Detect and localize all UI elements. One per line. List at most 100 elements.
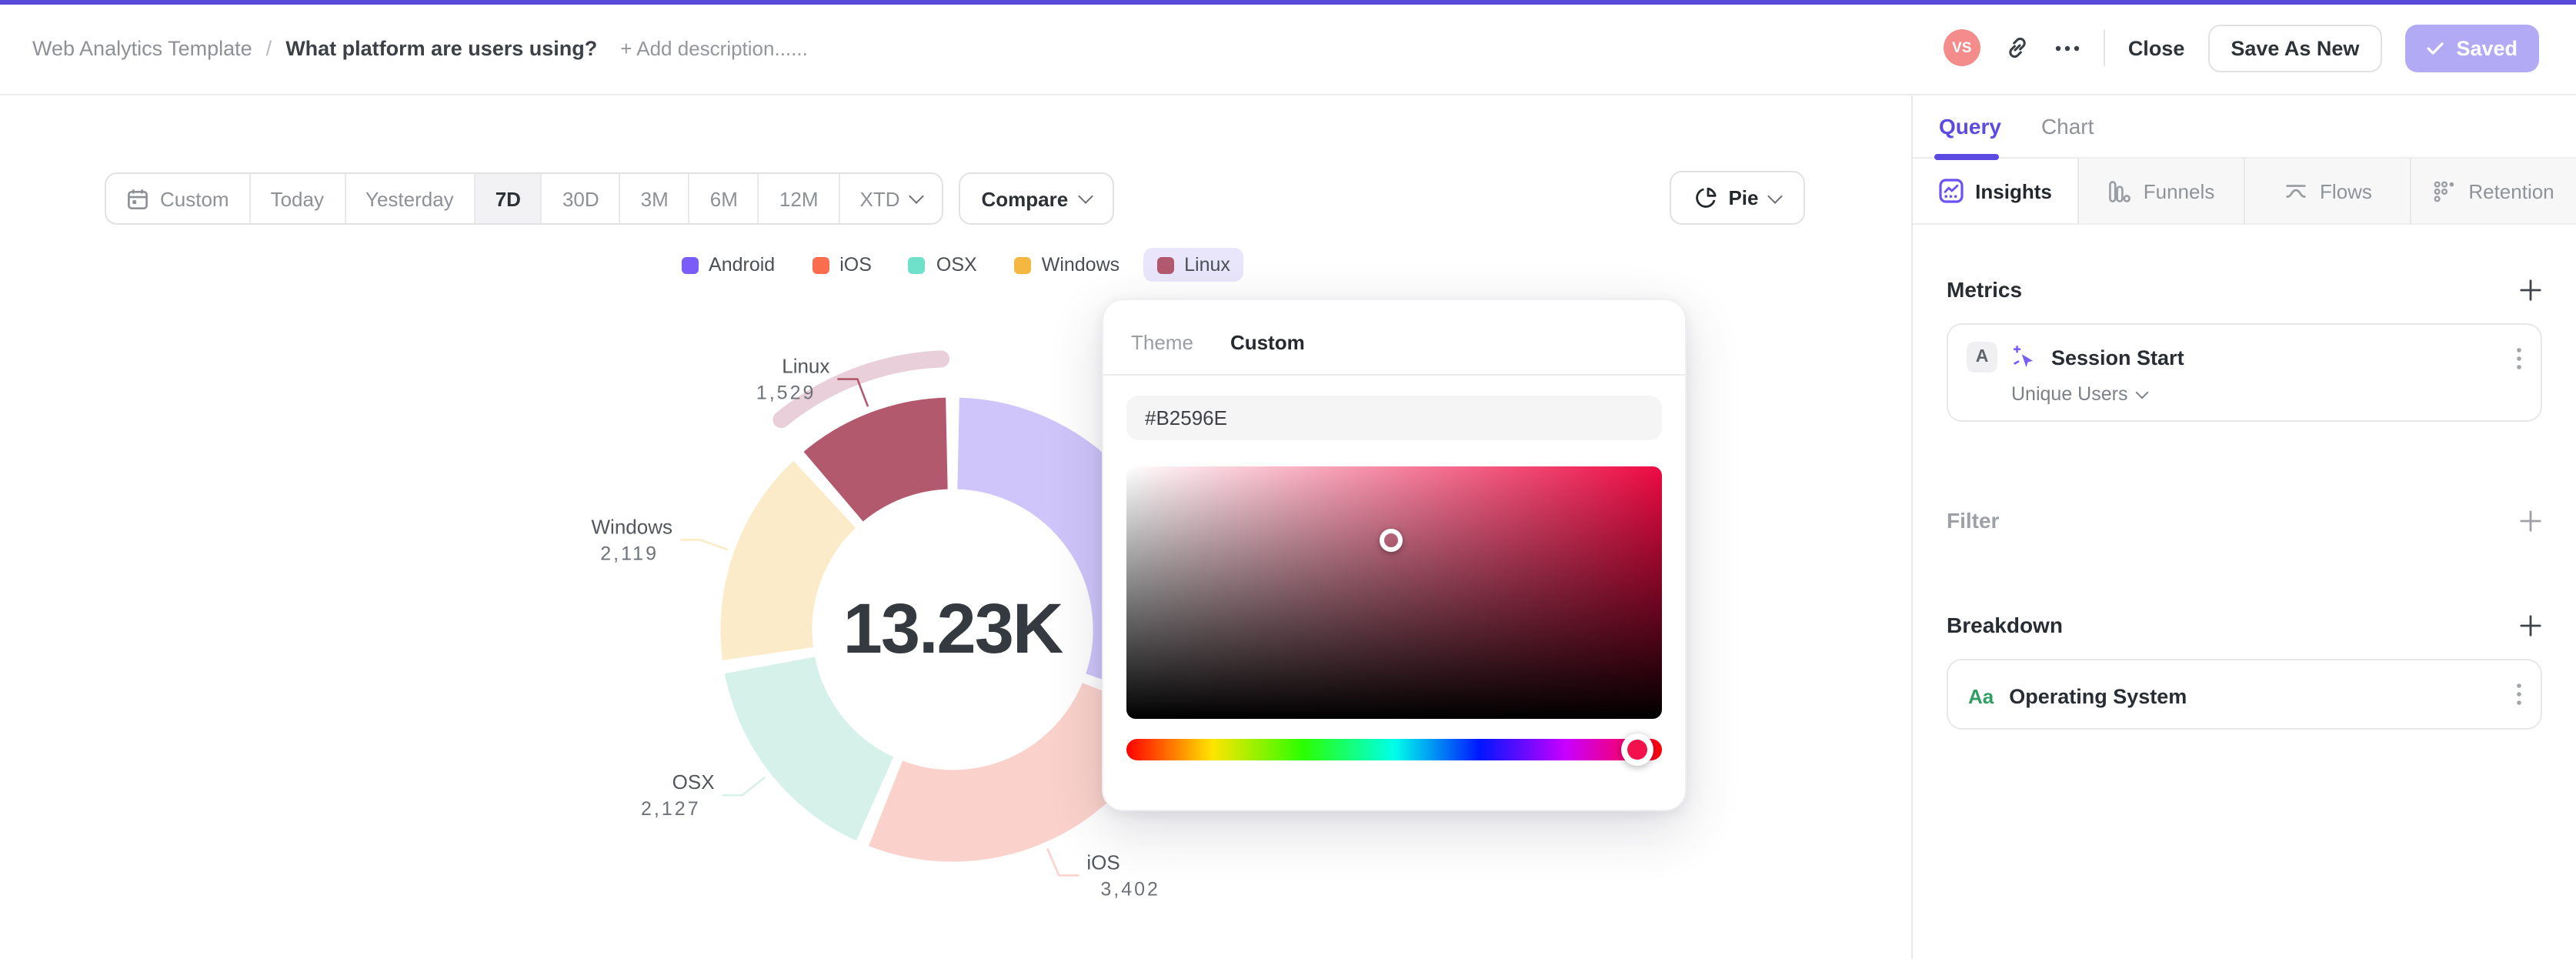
hue-handle-dot [1627, 740, 1648, 760]
aggregation-selector[interactable]: Unique Users [2011, 383, 2148, 405]
add-description-link[interactable]: + Add description...... [620, 36, 808, 59]
date-range-custom[interactable]: Custom [106, 174, 251, 223]
event-sparkle-icon [2011, 344, 2037, 370]
tab-theme[interactable]: Theme [1131, 331, 1193, 354]
app-window: Web Analytics Template / What platform a… [0, 0, 2576, 959]
chart-type-label: Pie [1728, 186, 1759, 209]
metric-card[interactable]: A Session Start Unique Users [1947, 323, 2542, 422]
check-icon [2427, 41, 2444, 55]
chevron-down-icon [1078, 189, 1094, 204]
tab-query[interactable]: Query [1939, 114, 2001, 139]
panel-tabs: Query Chart [1913, 95, 2576, 160]
slice-label-value: 2,127 [641, 798, 701, 820]
slice-label-name: Linux [782, 355, 829, 378]
saved-button[interactable]: Saved [2405, 24, 2539, 72]
hue-slider-handle[interactable] [1621, 733, 1654, 766]
date-range-label: Today [270, 187, 324, 210]
query-panel-body: Metrics A Session Start Unique Users Fil… [1913, 277, 2576, 730]
compare-label: Compare [981, 187, 1069, 210]
breakdown-row: Aa Operating System [1968, 660, 2187, 731]
date-range-12m[interactable]: 12M [759, 174, 840, 223]
slice-label-name: iOS [1086, 850, 1119, 874]
page-title[interactable]: What platform are users using? [285, 36, 597, 59]
label-leader-line [680, 539, 729, 551]
slice-label-value: 3,402 [1100, 878, 1160, 900]
filter-heading: Filter [1947, 508, 2000, 533]
avatar[interactable]: VS [1943, 29, 1980, 66]
metric-letter-badge: A [1967, 342, 1997, 373]
date-range-label: 6M [709, 187, 738, 210]
more-options-icon[interactable] [2054, 44, 2080, 52]
compare-button[interactable]: Compare [958, 172, 1115, 225]
color-picker-popup: Theme Custom #B2596E [1102, 299, 1687, 811]
metric-row: A Session Start [1967, 342, 2184, 373]
tab-chart[interactable]: Chart [2041, 114, 2094, 139]
tab-flows[interactable]: Flows [2245, 159, 2411, 223]
slice-label-value: 1,529 [756, 383, 816, 404]
tab-retention-label: Retention [2468, 179, 2554, 202]
hue-slider[interactable] [1126, 733, 1662, 766]
chevron-down-icon [1767, 188, 1783, 203]
chart-type-button[interactable]: Pie [1670, 171, 1805, 225]
breakdown-name: Operating System [2009, 684, 2187, 707]
retention-icon [2433, 179, 2456, 202]
hex-color-input[interactable]: #B2596E [1126, 396, 1662, 440]
tab-insights[interactable]: Insights [1913, 159, 2079, 223]
slice-label-value: 2,119 [600, 543, 659, 564]
hue-gradient-bar[interactable] [1126, 739, 1662, 760]
tab-custom[interactable]: Custom [1230, 331, 1305, 354]
date-range-label: XTD [859, 187, 900, 210]
date-range-6m[interactable]: 6M [690, 174, 759, 223]
date-range-30d[interactable]: 30D [542, 174, 621, 223]
slice-label-name: Windows [592, 515, 672, 538]
active-tab-underline [1934, 154, 1999, 160]
add-breakdown-button[interactable] [2519, 613, 2542, 637]
header-actions: VS Close Save As New Saved [1943, 0, 2539, 95]
chevron-down-icon [2134, 385, 2148, 399]
kebab-menu-icon[interactable] [2516, 346, 2522, 371]
save-as-new-button[interactable]: Save As New [2207, 24, 2383, 72]
date-range-label: 30D [562, 187, 599, 210]
date-range-3m[interactable]: 3M [621, 174, 690, 223]
toolbar: Custom Today Yesterday 7D 30D 3M 6M 12M XTD Comp… [105, 172, 1115, 225]
add-metric-button[interactable] [2519, 278, 2542, 301]
query-type-tabs: Insights Funnels Flows Retention [1913, 159, 2576, 225]
text-property-icon: Aa [1968, 684, 1994, 707]
add-filter-button[interactable] [2519, 509, 2542, 532]
calendar-icon [126, 187, 149, 210]
breadcrumb: Web Analytics Template / What platform a… [32, 0, 808, 95]
tab-funnels-label: Funnels [2143, 179, 2215, 202]
pie-chart-icon [1694, 186, 1717, 209]
breadcrumb-root[interactable]: Web Analytics Template [32, 36, 252, 59]
date-range-7d[interactable]: 7D [475, 174, 542, 223]
tab-flows-label: Flows [2320, 179, 2372, 202]
filter-section-header: Filter [1947, 508, 2542, 533]
date-range-label: 7D [495, 187, 521, 210]
popup-divider [1103, 374, 1685, 376]
funnels-icon [2108, 179, 2131, 202]
date-range-label: 3M [640, 187, 669, 210]
color-picker-tabs: Theme Custom [1126, 331, 1662, 354]
date-range-yesterday[interactable]: Yesterday [345, 174, 475, 223]
date-range-label: Yesterday [365, 187, 454, 210]
chart-total-value: 13.23K [843, 588, 1064, 668]
insights-icon [1938, 179, 1963, 203]
chevron-down-icon [908, 189, 924, 204]
tab-retention[interactable]: Retention [2411, 159, 2576, 223]
close-button[interactable]: Close [2128, 36, 2185, 59]
tab-insights-label: Insights [1975, 179, 2052, 202]
date-range-bar: Custom Today Yesterday 7D 30D 3M 6M 12M XTD [105, 172, 943, 225]
header-divider [2103, 29, 2105, 66]
breakdown-card[interactable]: Aa Operating System [1947, 659, 2542, 730]
share-link-icon[interactable] [2004, 34, 2031, 62]
color-cursor[interactable] [1380, 528, 1403, 552]
query-panel: Query Chart Insights Funnels Flows Reten… [1911, 95, 2576, 959]
pie-slice-osx[interactable] [720, 653, 899, 846]
date-range-xtd[interactable]: XTD [840, 174, 942, 223]
saturation-value-area[interactable] [1126, 466, 1662, 719]
metrics-section-header: Metrics [1947, 277, 2542, 302]
date-range-today[interactable]: Today [251, 174, 345, 223]
tab-funnels[interactable]: Funnels [2079, 159, 2245, 223]
kebab-menu-icon[interactable] [2516, 682, 2522, 707]
metric-name: Session Start [2051, 346, 2184, 369]
